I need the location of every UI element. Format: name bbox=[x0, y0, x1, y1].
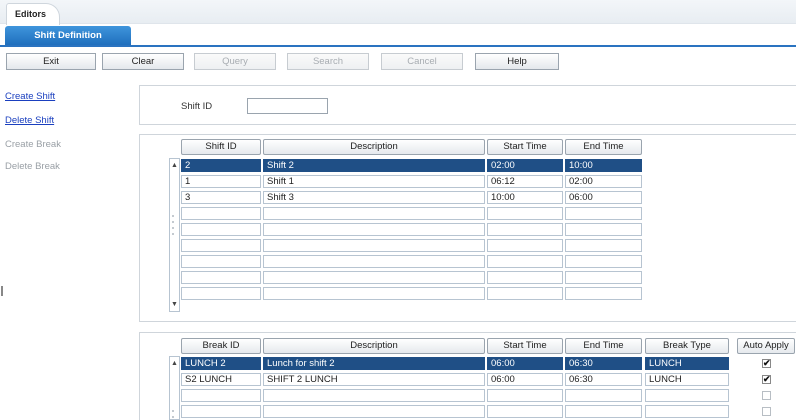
scroll-up-icon[interactable]: ▲ bbox=[170, 359, 179, 368]
table-row[interactable] bbox=[181, 389, 261, 402]
table-cell[interactable]: 10:00 bbox=[565, 159, 642, 172]
shift-id-label: Shift ID bbox=[181, 101, 213, 112]
column-header[interactable]: End Time bbox=[565, 139, 642, 155]
table-cell[interactable]: 06:00 bbox=[565, 191, 642, 204]
table-cell[interactable]: 02:00 bbox=[487, 159, 563, 172]
table-row[interactable]: LUNCH 2 bbox=[181, 357, 261, 370]
table-cell[interactable] bbox=[263, 405, 485, 418]
column-header[interactable]: Break ID bbox=[181, 338, 261, 354]
scroll-up-icon[interactable]: ▲ bbox=[170, 161, 179, 170]
table-cell[interactable] bbox=[565, 255, 642, 268]
table-cell[interactable]: 06:00 bbox=[487, 373, 563, 386]
table-cell[interactable] bbox=[487, 287, 563, 300]
tab-shift-definition[interactable]: Shift Definition bbox=[5, 26, 131, 45]
table-cell[interactable]: Lunch for shift 2 bbox=[263, 357, 485, 370]
table-row[interactable] bbox=[181, 207, 261, 220]
column-header[interactable]: Description bbox=[263, 139, 485, 155]
table-row[interactable]: 2 bbox=[181, 159, 261, 172]
delete-shift-link[interactable]: Delete Shift bbox=[5, 115, 54, 126]
scroll-grip bbox=[172, 233, 174, 235]
table-cell[interactable]: 06:30 bbox=[565, 373, 642, 386]
table-cell[interactable] bbox=[565, 389, 642, 402]
column-header[interactable]: End Time bbox=[565, 338, 642, 354]
table-cell[interactable]: Shift 2 bbox=[263, 159, 485, 172]
column-header[interactable]: Break Type bbox=[645, 338, 729, 354]
auto-apply-checkbox[interactable]: ✔ bbox=[762, 375, 771, 384]
table-cell[interactable] bbox=[645, 405, 729, 418]
column-header[interactable]: Auto Apply bbox=[737, 338, 795, 354]
table-cell[interactable] bbox=[263, 207, 485, 220]
table-cell[interactable] bbox=[487, 223, 563, 236]
help-button[interactable]: Help bbox=[475, 53, 559, 70]
table-row[interactable] bbox=[181, 223, 261, 236]
column-header[interactable]: Shift ID bbox=[181, 139, 261, 155]
splitter-grip[interactable] bbox=[1, 286, 3, 296]
table-row[interactable] bbox=[181, 271, 261, 284]
auto-apply-checkbox[interactable] bbox=[762, 391, 771, 400]
table-cell[interactable] bbox=[263, 239, 485, 252]
auto-apply-checkbox[interactable] bbox=[762, 407, 771, 416]
table-cell[interactable] bbox=[565, 271, 642, 284]
column-header[interactable]: Start Time bbox=[487, 338, 563, 354]
table-row[interactable]: S2 LUNCH bbox=[181, 373, 261, 386]
table-cell[interactable] bbox=[263, 223, 485, 236]
table-cell[interactable] bbox=[645, 389, 729, 402]
create-shift-link[interactable]: Create Shift bbox=[5, 91, 55, 102]
table-cell[interactable] bbox=[487, 239, 563, 252]
query-button[interactable]: Query bbox=[194, 53, 276, 70]
table-row[interactable] bbox=[181, 287, 261, 300]
create-break-link: Create Break bbox=[5, 139, 61, 150]
clear-button[interactable]: Clear bbox=[102, 53, 184, 70]
scroll-grip bbox=[172, 227, 174, 229]
delete-break-link: Delete Break bbox=[5, 161, 60, 172]
table-cell[interactable]: 10:00 bbox=[487, 191, 563, 204]
table-cell[interactable]: LUNCH bbox=[645, 357, 729, 370]
table-cell[interactable]: 06:30 bbox=[565, 357, 642, 370]
scroll-grip bbox=[172, 410, 174, 412]
table-row[interactable]: 3 bbox=[181, 191, 261, 204]
table-cell[interactable] bbox=[263, 389, 485, 402]
table-cell[interactable] bbox=[565, 287, 642, 300]
table-cell[interactable]: 06:00 bbox=[487, 357, 563, 370]
shift-id-input[interactable] bbox=[247, 98, 328, 114]
scroll-grip bbox=[172, 221, 174, 223]
table-cell[interactable] bbox=[565, 405, 642, 418]
shift-grid-scrollbar[interactable]: ▲ ▼ bbox=[169, 158, 180, 312]
editors-tab[interactable]: Editors bbox=[6, 3, 60, 25]
table-cell[interactable] bbox=[263, 255, 485, 268]
auto-apply-checkbox[interactable]: ✔ bbox=[762, 359, 771, 368]
table-cell[interactable] bbox=[487, 389, 563, 402]
search-button[interactable]: Search bbox=[287, 53, 369, 70]
table-cell[interactable]: Shift 3 bbox=[263, 191, 485, 204]
table-cell[interactable] bbox=[565, 207, 642, 220]
scroll-down-icon[interactable]: ▼ bbox=[170, 300, 179, 309]
scroll-grip bbox=[172, 215, 174, 217]
table-cell[interactable] bbox=[263, 271, 485, 284]
table-row[interactable] bbox=[181, 255, 261, 268]
exit-button[interactable]: Exit bbox=[6, 53, 96, 70]
table-cell[interactable] bbox=[565, 239, 642, 252]
table-cell[interactable] bbox=[487, 207, 563, 220]
table-cell[interactable] bbox=[487, 405, 563, 418]
table-cell[interactable]: 06:12 bbox=[487, 175, 563, 188]
table-cell[interactable] bbox=[487, 255, 563, 268]
table-row[interactable] bbox=[181, 405, 261, 418]
table-cell[interactable] bbox=[263, 287, 485, 300]
scroll-grip bbox=[172, 416, 174, 418]
cancel-button[interactable]: Cancel bbox=[381, 53, 463, 70]
table-cell[interactable]: SHIFT 2 LUNCH bbox=[263, 373, 485, 386]
column-header[interactable]: Start Time bbox=[487, 139, 563, 155]
editor-tab-strip bbox=[0, 0, 796, 24]
table-row[interactable]: 1 bbox=[181, 175, 261, 188]
table-cell[interactable]: 02:00 bbox=[565, 175, 642, 188]
column-header[interactable]: Description bbox=[263, 338, 485, 354]
break-grid-scrollbar[interactable]: ▲ bbox=[169, 356, 180, 420]
search-panel bbox=[139, 85, 796, 125]
table-cell[interactable] bbox=[565, 223, 642, 236]
table-cell[interactable]: LUNCH bbox=[645, 373, 729, 386]
table-cell[interactable] bbox=[487, 271, 563, 284]
table-cell[interactable]: Shift 1 bbox=[263, 175, 485, 188]
table-row[interactable] bbox=[181, 239, 261, 252]
